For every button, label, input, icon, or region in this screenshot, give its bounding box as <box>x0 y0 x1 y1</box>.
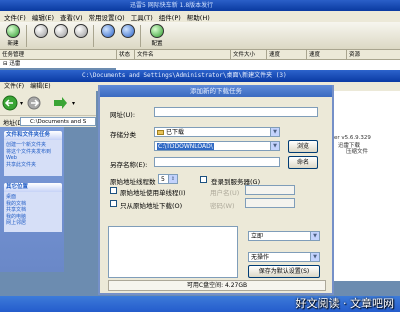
col-speed[interactable]: 速度 <box>266 50 306 60</box>
app-title-bar: 迅雷5 网际快车新 1.8版本发行 <box>0 0 400 11</box>
chevron-down-icon[interactable]: ▼ <box>310 253 319 261</box>
url-label: 网址(U): <box>110 111 136 119</box>
url-input[interactable] <box>154 107 318 117</box>
task-share-folder[interactable]: 共享此文件夹 <box>6 162 60 169</box>
threads-stepper[interactable]: 5 ⇕ <box>158 174 178 184</box>
rename-label: 另存名称(E): <box>110 161 148 169</box>
nav-buttons: ▾ ▾ <box>2 95 75 111</box>
password-label: 密码(W) <box>210 202 235 210</box>
task-list <box>116 60 400 70</box>
main-toolbar: 新建 配置 <box>0 22 400 50</box>
new-task-icon <box>6 24 20 38</box>
category-label: 存储分类 <box>110 131 136 139</box>
single-thread-checkbox[interactable] <box>110 187 117 194</box>
explorer-menu-file[interactable]: 文件(F) <box>4 82 24 91</box>
svg-text:▾: ▾ <box>72 100 75 107</box>
threads-label: 原始地址线程数 <box>110 178 156 186</box>
new-task-button[interactable]: 新建 <box>2 24 24 47</box>
pause-icon <box>54 24 68 38</box>
task-publish-web[interactable]: 将这个文件夹发布到 Web <box>6 149 60 162</box>
original-only-checkbox[interactable] <box>110 200 117 207</box>
explorer-title-bar: C:\Documents and Settings\Administrator\… <box>0 70 400 82</box>
col-status[interactable]: 状态 <box>116 50 134 60</box>
rename-input[interactable] <box>154 157 280 167</box>
menu-help[interactable]: 帮助(H) <box>187 12 210 22</box>
comment-box[interactable] <box>108 226 238 278</box>
original-only-label: 只从原始地址下载(O) <box>120 202 183 210</box>
menu-settings[interactable]: 常用设置(Q) <box>89 12 125 22</box>
folder-icon <box>157 130 164 135</box>
chevron-down-icon[interactable]: ▼ <box>270 142 279 150</box>
tree-item-thunder[interactable]: ⊟ 迅雷 <box>0 60 116 68</box>
login-checkbox[interactable] <box>200 176 207 183</box>
delete-button[interactable] <box>70 24 92 39</box>
forward-icon[interactable] <box>27 96 41 110</box>
explorer-nav-toolbar: ▾ ▾ <box>0 91 96 115</box>
tree-header: 任务管理 <box>2 52 25 58</box>
browse-button[interactable]: 浏览 <box>288 140 318 153</box>
menu-view[interactable]: 查看(V) <box>60 12 83 22</box>
svg-text:▾: ▾ <box>20 100 23 107</box>
start-mode-select[interactable]: 立即 ▼ <box>248 231 320 241</box>
dialog-title: 添加新的下载任务 <box>100 85 332 97</box>
file-tasks-header[interactable]: 文件和文件夹任务 <box>4 131 62 140</box>
free-space-status: 可用C盘空间: 4.27GB <box>108 280 326 291</box>
category-select[interactable]: 已下载 ▼ <box>154 127 280 137</box>
file-tasks-list: 创建一个新文件夹 将这个文件夹发布到 Web 共享此文件夹 <box>4 140 62 176</box>
rename-button[interactable]: 命名 <box>288 156 318 169</box>
address-bar: 地址(D) C:\Documents and S <box>0 115 96 127</box>
username-label: 用户名(U) <box>210 189 240 197</box>
menu-bar: 文件(F) 编辑(E) 查看(V) 常用设置(Q) 工具(T) 组件(P) 帮助… <box>0 11 400 22</box>
place-network[interactable]: 网上邻居 <box>6 220 60 227</box>
single-thread-label: 原始地址使用单线程(I) <box>120 189 186 197</box>
menu-file[interactable]: 文件(F) <box>4 12 26 22</box>
address-input[interactable]: C:\Documents and S <box>20 117 96 126</box>
menu-tools[interactable]: 工具(T) <box>131 12 153 22</box>
menu-edit[interactable]: 编辑(E) <box>32 12 54 22</box>
file-type-text: 压缩文件 <box>346 149 369 155</box>
save-default-button[interactable]: 保存为默认设置(S) <box>248 265 320 278</box>
save-path-select[interactable]: C:\TDDOWNLOAD\ ▼ <box>154 141 280 151</box>
start-icon <box>34 24 48 38</box>
config-icon <box>150 24 164 38</box>
other-places-list: 桌面 我的文档 共享文档 我的电脑 网上邻居 <box>4 192 62 232</box>
other-places-header[interactable]: 其它位置 <box>4 183 62 192</box>
after-complete-select[interactable]: 无操作 ▼ <box>248 252 320 262</box>
go-arrow-icon[interactable] <box>54 97 67 109</box>
chevron-down-icon[interactable]: ▼ <box>310 232 319 240</box>
up-icon <box>101 24 115 38</box>
col-speed-2[interactable]: 速度 <box>306 50 346 60</box>
add-download-dialog: 添加新的下载任务 网址(U): 存储分类 已下载 ▼ C:\TDDOWNLOAD… <box>98 85 334 295</box>
col-resource[interactable]: 资源 <box>346 50 400 60</box>
password-input[interactable] <box>245 198 295 208</box>
pause-button[interactable] <box>50 24 72 39</box>
watermark: 好文阅读 · 文章吧网 <box>295 297 395 310</box>
menu-plugins[interactable]: 组件(P) <box>159 12 181 22</box>
explorer-menu-edit[interactable]: 编辑(E) <box>30 82 50 91</box>
move-up-button[interactable] <box>97 24 119 39</box>
username-input[interactable] <box>245 185 295 195</box>
task-list-header: 任务管理 状态 文件名 文件大小 速度 速度 资源 <box>0 50 400 60</box>
explorer-task-pane: 文件和文件夹任务 创建一个新文件夹 将这个文件夹发布到 Web 共享此文件夹 其… <box>0 127 64 272</box>
start-button[interactable] <box>30 24 52 39</box>
col-filename[interactable]: 文件名 <box>134 50 230 60</box>
back-icon[interactable] <box>2 95 18 111</box>
spin-icon[interactable]: ⇕ <box>168 175 177 183</box>
config-button[interactable]: 配置 <box>146 24 168 47</box>
delete-icon <box>74 24 88 38</box>
col-filesize[interactable]: 文件大小 <box>230 50 266 60</box>
chevron-down-icon[interactable]: ▼ <box>270 128 279 136</box>
